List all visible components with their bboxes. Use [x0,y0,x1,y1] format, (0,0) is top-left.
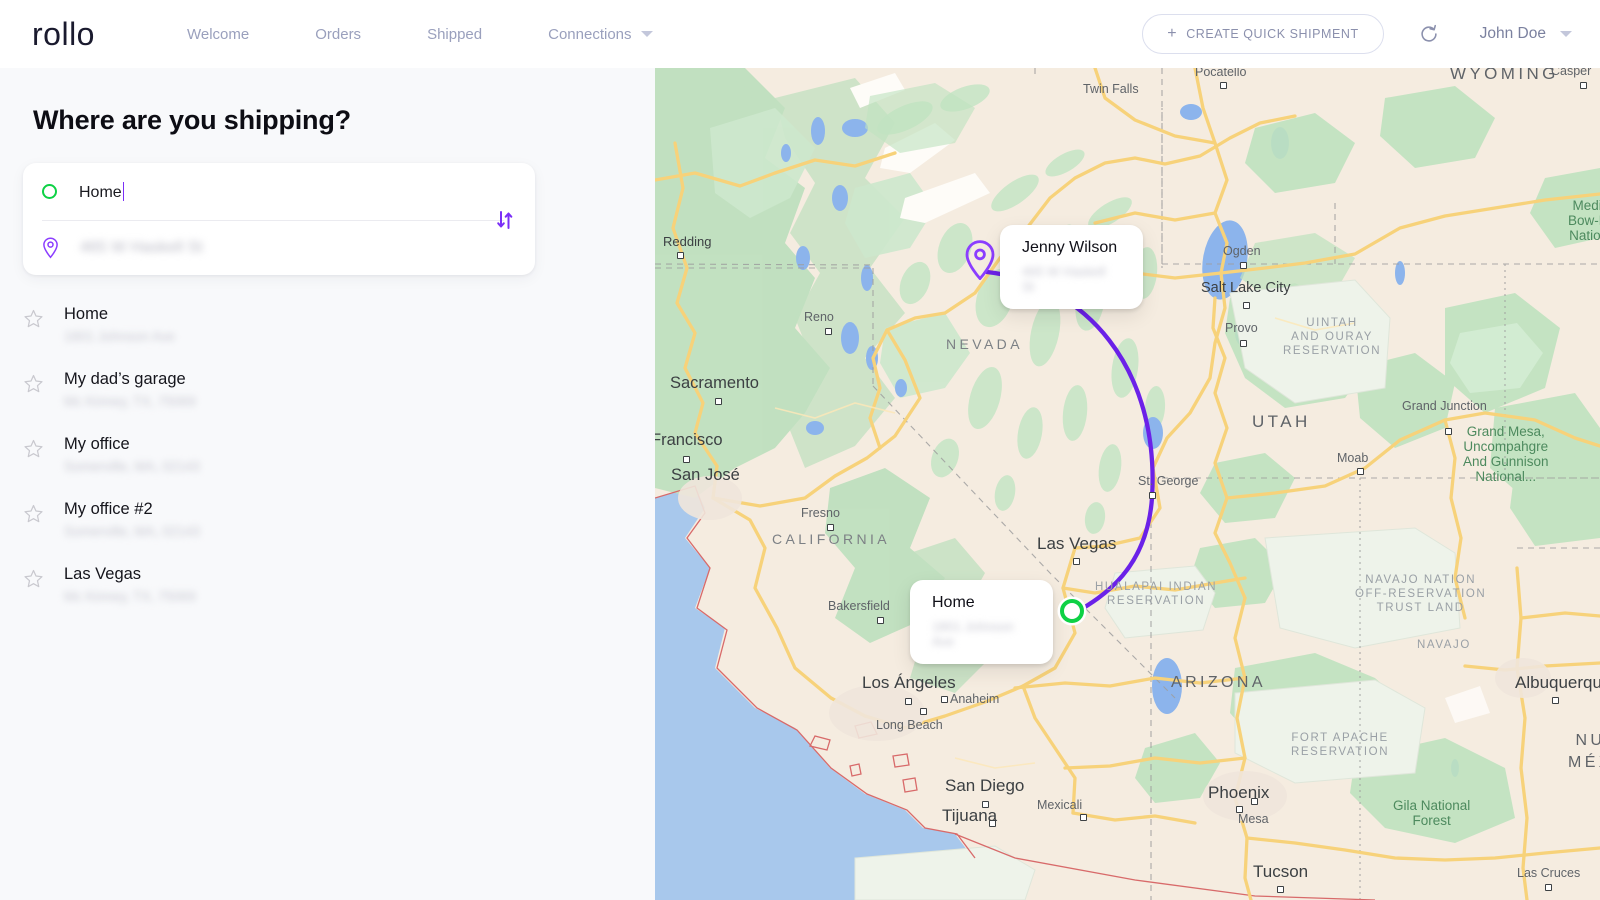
origin-row[interactable]: Home [23,163,535,220]
star-outline-icon[interactable] [23,504,44,529]
map-pin-icon [42,236,59,259]
city-dot [825,328,832,335]
saved-addresses-list: Home 1801 Johnson Ave My dad’s garage Mc… [23,303,523,628]
saved-address-detail: 1801 Johnson Ave [64,329,175,344]
origin-callout-name: Jenny Wilson [1022,239,1118,256]
destination-callout[interactable]: Home 1801 Johnson Ave [910,580,1053,664]
city-dot [1357,468,1364,475]
rollo-logo[interactable]: rollo [32,16,95,53]
destination-input-value[interactable]: 465 W Haskell St [80,239,203,257]
saved-address-name: Las Vegas [64,565,142,583]
origin-callout-address: 465 W Haskell St [1022,264,1106,294]
nav-label-welcome: Welcome [186,25,250,43]
city-dot [1251,798,1258,805]
city-dot [1149,492,1156,499]
saved-address-name: My office [64,435,130,453]
refresh-button[interactable] [1416,21,1442,47]
shipping-panel: Where are you shipping? Home 465 W Haske… [0,68,655,900]
city-dot [905,698,912,705]
list-item[interactable]: Las Vegas Mc Kinney, TX, 75069 [23,563,523,628]
city-dot [677,252,684,259]
create-quick-shipment-label: CREATE QUICK SHIPMENT [1186,27,1359,41]
top-header: rollo Welcome Orders Shipped Connections… [0,0,1600,68]
plus-icon: + [1167,25,1178,42]
saved-address-name: Home [64,305,109,323]
swap-vertical-icon [497,211,513,229]
city-dot [877,617,884,624]
origin-input-value: Home [79,183,122,201]
city-dot [1220,82,1227,89]
nav-item-shipped[interactable]: Shipped [427,26,482,43]
swap-addresses-button[interactable] [491,207,519,233]
city-dot [1080,814,1087,821]
refresh-icon [1421,24,1437,42]
saved-address-name: My office #2 [64,500,153,518]
nav-item-connections[interactable]: Connections [548,25,653,43]
destination-callout-address: 1801 Johnson Ave [932,619,1014,649]
destination-row[interactable]: 465 W Haskell St [23,220,535,275]
origin-callout[interactable]: Jenny Wilson 465 W Haskell St [1000,225,1143,309]
saved-address-name: My dad’s garage [64,370,186,388]
city-dot [827,524,834,531]
circle-outline-icon [42,184,57,199]
list-item[interactable]: Home 1801 Johnson Ave [23,303,523,368]
star-outline-icon[interactable] [23,309,44,334]
city-dot [1545,884,1552,891]
city-dot [1277,886,1284,893]
list-item[interactable]: My dad’s garage Mc Kinney, TX, 75069 [23,368,523,433]
create-quick-shipment-button[interactable]: + CREATE QUICK SHIPMENT [1142,14,1384,54]
map-pin-icon [965,240,995,281]
chevron-down-icon [1560,31,1572,37]
saved-address-detail: Somerville, MA, 02143 [64,524,200,539]
text-cursor [122,181,125,201]
user-menu[interactable]: John Doe [1480,25,1572,43]
city-dot [683,456,690,463]
city-dot [1243,302,1250,309]
city-dot [1073,558,1080,565]
city-dot [1580,82,1587,89]
origin-map-pin[interactable] [965,240,995,285]
origin-input[interactable]: Home [79,181,125,202]
user-name-label: John Doe [1479,25,1546,42]
header-actions: + CREATE QUICK SHIPMENT John Doe [1142,14,1572,54]
page-title: Where are you shipping? [33,105,351,135]
city-dot [1240,262,1247,269]
city-dot [941,696,948,703]
city-dot [982,801,989,808]
nav-label-orders: Orders [315,25,362,43]
nav-label-connections: Connections [548,25,632,43]
city-dot [1240,340,1247,347]
nav-item-orders[interactable]: Orders [315,26,361,43]
city-dot [715,398,722,405]
chevron-down-icon [640,31,653,37]
destination-callout-name: Home [932,594,975,611]
city-dot [1236,806,1243,813]
saved-address-detail: Somerville, MA, 02143 [64,459,200,474]
star-outline-icon[interactable] [23,374,44,399]
nav-label-shipped: Shipped [427,25,483,43]
city-dot [989,820,996,827]
map-base-layer [655,68,1600,900]
destination-map-marker[interactable] [1060,599,1084,623]
star-outline-icon[interactable] [23,439,44,464]
saved-address-detail: Mc Kinney, TX, 75069 [64,589,196,604]
address-card: Home 465 W Haskell St [23,163,535,275]
nav-item-welcome[interactable]: Welcome [187,26,249,43]
city-dot [920,708,927,715]
star-outline-icon[interactable] [23,569,44,594]
city-dot [1445,428,1452,435]
map-canvas[interactable]: Redding Sacramento Francisco San José Re… [655,68,1600,900]
list-item[interactable]: My office Somerville, MA, 02143 [23,433,523,498]
saved-address-detail: Mc Kinney, TX, 75069 [64,394,196,409]
list-item[interactable]: My office #2 Somerville, MA, 02143 [23,498,523,563]
main-nav: Welcome Orders Shipped Connections [187,26,653,43]
app-root: rollo Welcome Orders Shipped Connections… [0,0,1600,900]
city-dot [1552,697,1559,704]
